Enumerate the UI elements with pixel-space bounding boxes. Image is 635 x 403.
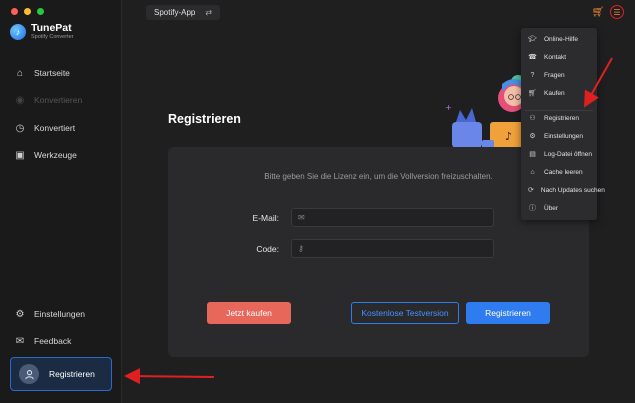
mail-icon: ✉ (15, 335, 25, 347)
mail-icon: ✉ (298, 213, 305, 222)
home-icon: ⌂ (16, 67, 24, 79)
broom-icon: ⌂ (530, 168, 535, 176)
menu-item-settings[interactable]: ⚙ Einstellungen (521, 128, 597, 144)
gear-icon: ⚙ (15, 308, 25, 320)
sidebar-item-tools[interactable]: ▣ Werkzeuge (0, 145, 122, 165)
free-trial-button[interactable]: Kostenlose Testversion (351, 302, 459, 324)
graduation-cap-icon: 🎓︎ (528, 36, 537, 43)
sidebar-item-settings[interactable]: ⚙ Einstellungen (0, 304, 122, 324)
email-label: E-Mail: (252, 213, 279, 223)
menu-item-online-help[interactable]: 🎓︎ Online-Hilfe (521, 31, 597, 47)
svg-text:♪: ♪ (505, 130, 512, 143)
refresh-icon: ⟳ (528, 187, 534, 194)
menu-item-label: Log-Datei öffnen (544, 150, 592, 158)
menu-item-buy[interactable]: 🛒︎ Kaufen (521, 85, 597, 101)
menu-item-open-log[interactable]: ▤ Log-Datei öffnen (521, 146, 597, 162)
user-icon (19, 364, 39, 384)
clock-icon: ◷ (15, 122, 25, 134)
close-window-button[interactable] (11, 8, 18, 15)
info-icon: ⓘ (529, 205, 536, 212)
menu-item-about[interactable]: ⓘ Über (521, 200, 597, 216)
sidebar-item-label: Einstellungen (34, 309, 86, 319)
menu-item-label: Kaufen (544, 89, 565, 97)
music-note-icon: ♪ (10, 24, 26, 40)
svg-text:+: + (445, 103, 452, 112)
code-label: Code: (256, 244, 279, 254)
top-bar: Spotify-App ⇄ 🛒︎ ☰ (122, 0, 635, 28)
menu-item-label: Kontakt (544, 53, 567, 61)
key-icon: ⚷ (298, 244, 304, 253)
sidebar-item-converted[interactable]: ◷ Konvertiert (0, 118, 122, 138)
sidebar-annotation-arrow (124, 368, 215, 385)
page-title: Registrieren (168, 112, 241, 126)
menu-button[interactable]: ☰ (610, 5, 624, 19)
phone-icon: ☎ (528, 54, 537, 61)
code-field[interactable]: ⚷ (291, 239, 494, 258)
app-subtitle: Spotify Converter (31, 34, 74, 40)
menu-item-label: Fragen (544, 71, 565, 79)
menu-item-register[interactable]: ⚇ Registrieren (521, 110, 597, 126)
user-key-icon: ⚇ (529, 115, 536, 122)
maximize-window-button[interactable] (37, 8, 44, 15)
sidebar: ♪ TunePat Spotify Converter ⌂ Startseite… (0, 0, 122, 403)
sidebar-item-convert[interactable]: ◉ Konvertieren (0, 90, 122, 110)
menu-item-check-updates[interactable]: ⟳ Nach Updates suchen (521, 182, 605, 198)
app-name: TunePat (31, 22, 72, 34)
menu-item-clear-cache[interactable]: ⌂ Cache leeren (521, 164, 597, 180)
sidebar-item-home[interactable]: ⌂ Startseite (0, 63, 122, 83)
sidebar-register-button[interactable]: Registrieren (10, 357, 112, 391)
menu-item-label: Online-Hilfe (544, 35, 578, 43)
source-label: Spotify-App (154, 8, 196, 17)
sidebar-item-label: Startseite (34, 68, 70, 78)
app-logo: ♪ TunePat Spotify Converter (10, 23, 74, 41)
sidebar-item-label: Feedback (34, 336, 72, 346)
menu-item-label: Über (544, 204, 559, 212)
source-selector[interactable]: Spotify-App ⇄ (146, 5, 221, 20)
file-icon: ▤ (529, 151, 536, 158)
cart-icon: 🛒︎ (528, 90, 537, 97)
menu-item-contact[interactable]: ☎ Kontakt (521, 49, 597, 65)
gear-icon: ⚙ (529, 133, 536, 140)
menu-item-label: Einstellungen (544, 132, 584, 140)
main-menu-dropdown: 🎓︎ Online-Hilfe ☎ Kontakt ? Fragen 🛒︎ Ka… (521, 28, 605, 220)
cart-icon[interactable]: 🛒︎ (591, 5, 605, 19)
convert-icon: ◉ (15, 94, 25, 106)
register-illustration: + ♪ (445, 75, 530, 150)
sidebar-item-feedback[interactable]: ✉ Feedback (0, 331, 122, 351)
toolbox-icon: ▣ (15, 149, 25, 161)
minimize-window-button[interactable] (24, 8, 31, 15)
menu-item-label: Registrieren (544, 114, 580, 122)
menu-item-label: Nach Updates suchen (540, 186, 605, 194)
email-field[interactable]: ✉ (291, 208, 494, 227)
question-icon: ? (530, 71, 535, 79)
menu-item-label: Cache leeren (544, 168, 583, 176)
sidebar-item-label: Konvertiert (34, 123, 76, 133)
register-button[interactable]: Registrieren (466, 302, 550, 324)
switch-icon: ⇄ (205, 8, 213, 17)
sidebar-item-label: Werkzeuge (34, 150, 77, 160)
sidebar-item-label: Konvertieren (34, 95, 83, 105)
buy-now-button[interactable]: Jetzt kaufen (207, 302, 291, 324)
sidebar-register-label: Registrieren (49, 369, 95, 379)
window-controls (11, 8, 44, 15)
menu-item-faq[interactable]: ? Fragen (521, 67, 597, 83)
